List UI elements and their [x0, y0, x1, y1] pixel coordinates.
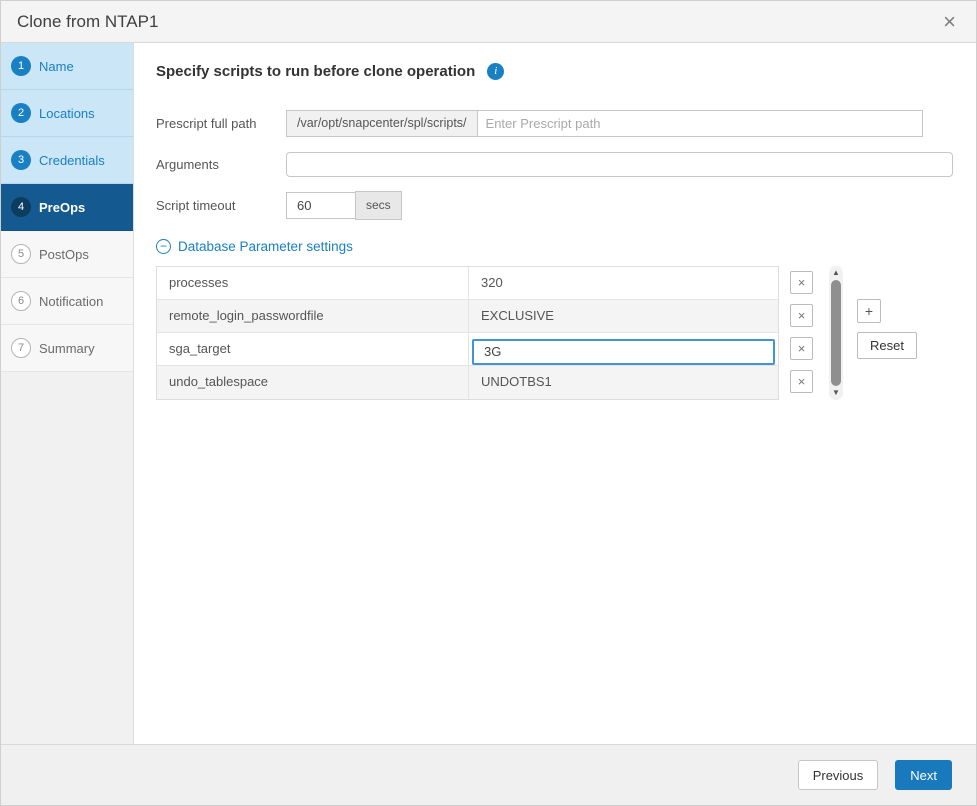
step-label: Summary: [39, 341, 95, 356]
sidebar-step-notification[interactable]: 6 Notification: [1, 278, 133, 325]
param-value-cell: [469, 333, 778, 365]
wizard-footer: Previous Next: [1, 744, 976, 805]
prescript-path-prefix: /var/opt/snapcenter/spl/scripts/: [287, 111, 478, 136]
step-number-badge: 2: [11, 103, 31, 123]
delete-row-button[interactable]: ×: [790, 337, 813, 360]
sidebar-step-credentials[interactable]: 3 Credentials: [1, 137, 133, 184]
step-label: PostOps: [39, 247, 89, 262]
timeout-unit-label: secs: [355, 191, 402, 220]
delete-row-button[interactable]: ×: [790, 370, 813, 393]
param-name-cell: processes: [157, 267, 469, 299]
preops-panel: Specify scripts to run before clone oper…: [134, 43, 976, 744]
step-label: Notification: [39, 294, 103, 309]
step-label: Name: [39, 59, 74, 74]
sidebar-step-name[interactable]: 1 Name: [1, 43, 133, 90]
script-timeout-input[interactable]: [286, 192, 356, 219]
param-value-input[interactable]: [472, 339, 775, 365]
param-name-cell: sga_target: [157, 333, 469, 365]
clone-wizard-window: Clone from NTAP1 × 1 Name 2 Locations 3 …: [0, 0, 977, 806]
arguments-label: Arguments: [156, 157, 286, 172]
prescript-path-input[interactable]: [478, 111, 922, 136]
step-number-badge: 7: [11, 338, 31, 358]
params-table: processes 320 remote_login_passwordfile …: [156, 266, 779, 400]
param-value-cell[interactable]: 320: [469, 267, 778, 299]
param-name-cell: remote_login_passwordfile: [157, 300, 469, 332]
prescript-path-group: /var/opt/snapcenter/spl/scripts/: [286, 110, 923, 137]
titlebar: Clone from NTAP1 ×: [1, 1, 976, 43]
previous-button[interactable]: Previous: [798, 760, 879, 790]
table-scrollbar[interactable]: ▲ ▼: [829, 266, 843, 400]
sidebar-step-postops[interactable]: 5 PostOps: [1, 231, 133, 278]
sidebar-filler: [1, 372, 133, 744]
table-row: undo_tablespace UNDOTBS1: [157, 366, 778, 399]
section-title: Specify scripts to run before clone oper…: [156, 63, 475, 80]
sidebar-step-preops[interactable]: 4 PreOps: [1, 184, 133, 231]
arguments-input[interactable]: [286, 152, 953, 177]
page-title: Clone from NTAP1: [17, 12, 158, 32]
next-button[interactable]: Next: [895, 760, 952, 790]
collapse-icon: −: [156, 239, 171, 254]
scroll-thumb[interactable]: [831, 280, 841, 386]
add-param-button[interactable]: +: [857, 299, 881, 323]
step-label: PreOps: [39, 200, 85, 215]
param-value-cell[interactable]: EXCLUSIVE: [469, 300, 778, 332]
database-parameter-settings-toggle[interactable]: − Database Parameter settings: [156, 239, 353, 254]
step-number-badge: 5: [11, 244, 31, 264]
scroll-down-icon[interactable]: ▼: [829, 386, 843, 400]
close-icon[interactable]: ×: [939, 9, 960, 35]
table-row: remote_login_passwordfile EXCLUSIVE: [157, 300, 778, 333]
reset-button[interactable]: Reset: [857, 332, 917, 359]
delete-button-column: × × × ×: [790, 266, 813, 398]
step-number-badge: 6: [11, 291, 31, 311]
wizard-steps-sidebar: 1 Name 2 Locations 3 Credentials 4 PreOp…: [1, 43, 134, 744]
step-number-badge: 4: [11, 197, 31, 217]
table-row: sga_target: [157, 333, 778, 366]
sidebar-step-summary[interactable]: 7 Summary: [1, 325, 133, 372]
step-label: Credentials: [39, 153, 105, 168]
delete-row-button[interactable]: ×: [790, 304, 813, 327]
param-value-cell[interactable]: UNDOTBS1: [469, 366, 778, 399]
param-name-cell: undo_tablespace: [157, 366, 469, 399]
step-number-badge: 1: [11, 56, 31, 76]
sidebar-step-locations[interactable]: 2 Locations: [1, 90, 133, 137]
step-label: Locations: [39, 106, 95, 121]
scroll-up-icon[interactable]: ▲: [829, 266, 843, 280]
step-number-badge: 3: [11, 150, 31, 170]
prescript-path-label: Prescript full path: [156, 116, 286, 131]
table-row: processes 320: [157, 267, 778, 300]
script-timeout-label: Script timeout: [156, 198, 286, 213]
delete-row-button[interactable]: ×: [790, 271, 813, 294]
info-icon[interactable]: i: [487, 63, 504, 80]
database-parameter-settings-label: Database Parameter settings: [178, 239, 353, 254]
